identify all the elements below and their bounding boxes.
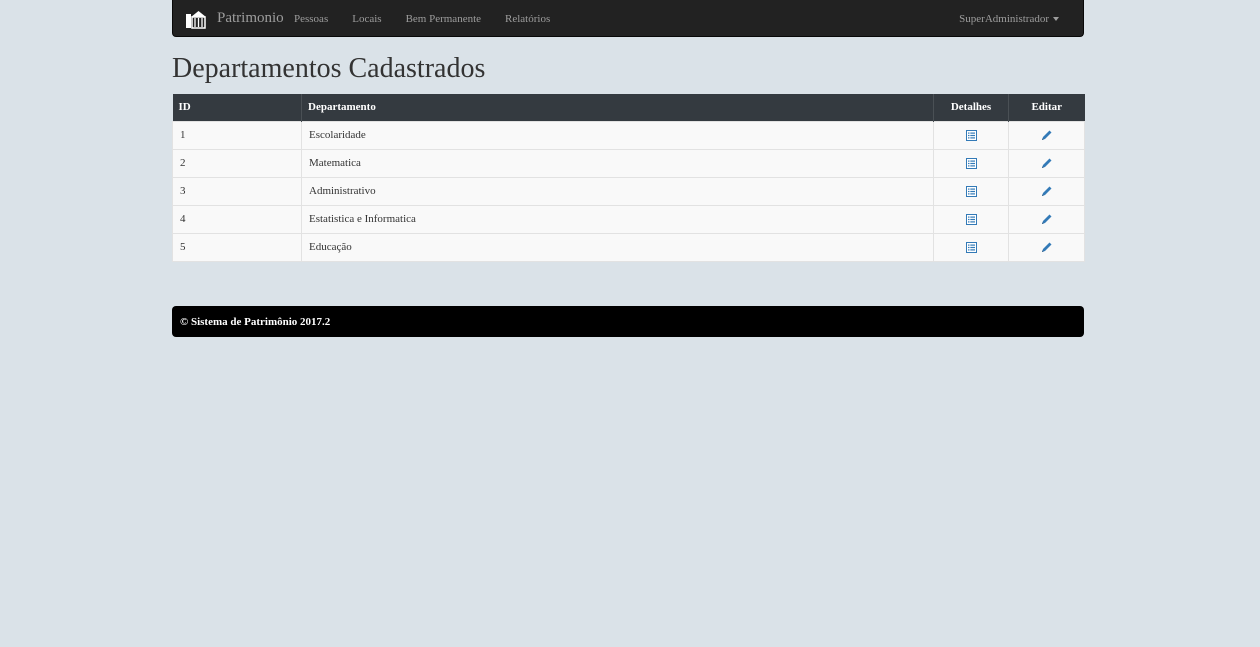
cell-id: 1: [172, 120, 302, 149]
details-list-icon[interactable]: [965, 213, 977, 225]
brand-name: Patrimonio: [217, 10, 284, 26]
nav-menu: Pessoas Locais Bem Permanente Relatórios: [294, 0, 574, 37]
cell-department: Matematica: [301, 148, 934, 177]
nav-link-relatorios[interactable]: Relatórios: [505, 13, 550, 25]
cell-id: 3: [172, 176, 302, 205]
user-dropdown[interactable]: SuperAdministrador: [959, 0, 1059, 37]
cell-department: Escolaridade: [301, 120, 934, 149]
cell-edit: [1008, 120, 1085, 149]
nav-link-locais[interactable]: Locais: [352, 13, 381, 25]
departments-table-container: ID Departamento Detalhes Editar 1 Escola…: [172, 94, 1085, 262]
cell-edit: [1008, 176, 1085, 205]
edit-pencil-icon[interactable]: [1041, 129, 1053, 141]
navbar: Patrimonio Pessoas Locais Bem Permanente…: [172, 0, 1084, 37]
cell-edit: [1008, 148, 1085, 177]
cell-details: [933, 176, 1009, 205]
page-title: Departamentos Cadastrados: [172, 53, 486, 84]
details-list-icon[interactable]: [965, 157, 977, 169]
footer: © Sistema de Patrimônio 2017.2: [172, 306, 1084, 337]
cell-details: [933, 204, 1009, 233]
footer-copyright: © Sistema de Patrimônio 2017.2: [180, 315, 331, 328]
edit-pencil-icon[interactable]: [1041, 213, 1053, 225]
brand-logo-icon: [186, 10, 206, 29]
cell-department: Administrativo: [301, 176, 934, 205]
edit-pencil-icon[interactable]: [1041, 241, 1053, 253]
cell-edit: [1008, 232, 1085, 262]
cell-id: 2: [172, 148, 302, 177]
column-header-department: Departamento: [301, 94, 934, 121]
nav-link-pessoas[interactable]: Pessoas: [294, 13, 328, 25]
cell-department: Educação: [301, 232, 934, 262]
edit-pencil-icon[interactable]: [1041, 157, 1053, 169]
column-header-edit: Editar: [1008, 94, 1085, 121]
details-list-icon[interactable]: [965, 241, 977, 253]
column-header-id: ID: [172, 94, 302, 121]
column-header-details: Detalhes: [933, 94, 1009, 121]
table-row: 5 Educação: [172, 232, 1085, 262]
brand-link[interactable]: Patrimonio: [185, 0, 284, 37]
cell-id: 4: [172, 204, 302, 233]
cell-details: [933, 120, 1009, 149]
cell-details: [933, 232, 1009, 262]
table-row: 2 Matematica: [172, 148, 1085, 177]
cell-department: Estatistica e Informatica: [301, 204, 934, 233]
edit-pencil-icon[interactable]: [1041, 185, 1053, 197]
caret-down-icon: [1053, 16, 1059, 21]
table-body: 1 Escolaridade 2 Matematica 3 Administra…: [172, 120, 1085, 262]
table-header-row: ID Departamento Detalhes Editar: [172, 94, 1085, 121]
departments-table: ID Departamento Detalhes Editar 1 Escola…: [172, 94, 1085, 262]
cell-id: 5: [172, 232, 302, 262]
details-list-icon[interactable]: [965, 129, 977, 141]
table-row: 1 Escolaridade: [172, 120, 1085, 149]
user-name: SuperAdministrador: [959, 12, 1049, 25]
cell-edit: [1008, 204, 1085, 233]
details-list-icon[interactable]: [965, 185, 977, 197]
cell-details: [933, 148, 1009, 177]
table-row: 4 Estatistica e Informatica: [172, 204, 1085, 233]
table-row: 3 Administrativo: [172, 176, 1085, 205]
nav-link-bem-permanente[interactable]: Bem Permanente: [406, 13, 481, 25]
